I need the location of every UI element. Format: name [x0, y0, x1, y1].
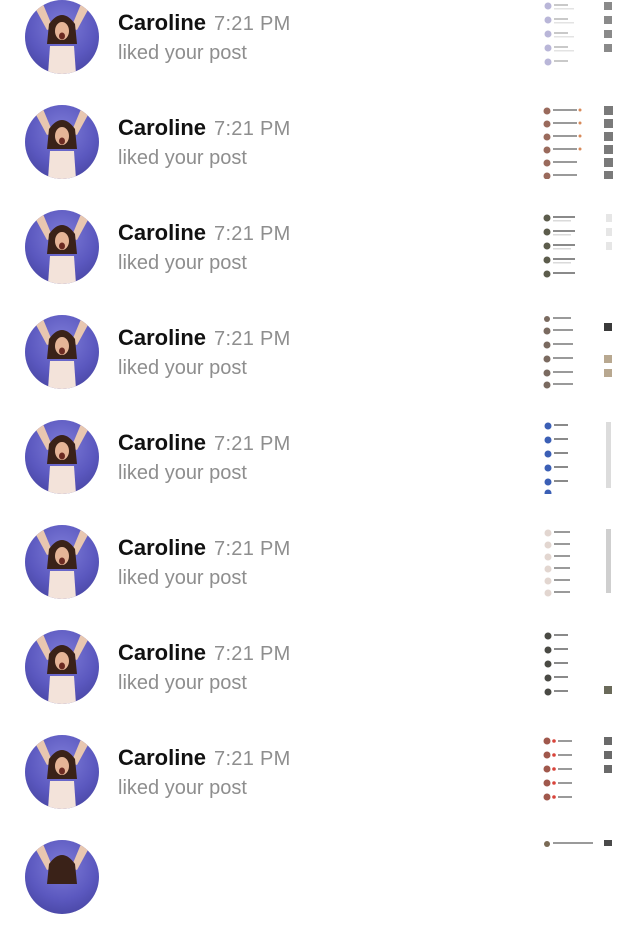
username[interactable]: Caroline [118, 10, 206, 35]
username[interactable]: Caroline [118, 640, 206, 665]
timestamp: 7:21 PM [214, 433, 291, 455]
notification-row[interactable]: Caroline 7:21 PM liked your post [0, 414, 640, 519]
username[interactable]: Caroline [118, 325, 206, 350]
notification-row[interactable] [0, 834, 640, 939]
avatar[interactable] [25, 315, 99, 389]
avatar[interactable] [25, 210, 99, 284]
notification-text: liked your post [118, 672, 247, 694]
avatar[interactable] [25, 525, 99, 599]
username[interactable]: Caroline [118, 535, 206, 560]
post-thumbnail[interactable] [540, 0, 614, 74]
avatar[interactable] [25, 630, 99, 704]
username[interactable]: Caroline [118, 430, 206, 455]
name-line: Caroline 7:21 PM [118, 10, 291, 36]
name-line: Caroline 7:21 PM [118, 220, 291, 246]
notification-text: liked your post [118, 462, 247, 484]
notification-row[interactable]: Caroline 7:21 PM liked your post [0, 624, 640, 729]
username[interactable]: Caroline [118, 220, 206, 245]
notification-row[interactable]: Caroline 7:21 PM liked your post [0, 204, 640, 309]
post-thumbnail[interactable] [540, 420, 614, 494]
avatar[interactable] [25, 840, 99, 914]
notification-text: liked your post [118, 567, 247, 589]
username[interactable]: Caroline [118, 745, 206, 770]
avatar[interactable] [25, 735, 99, 809]
notification-row[interactable]: Caroline 7:21 PM liked your post [0, 0, 640, 99]
notification-text: liked your post [118, 777, 247, 799]
post-thumbnail[interactable] [540, 735, 614, 809]
post-thumbnail[interactable] [540, 525, 614, 599]
name-line: Caroline 7:21 PM [118, 745, 291, 771]
notification-row[interactable]: Caroline 7:21 PM liked your post [0, 309, 640, 414]
username[interactable]: Caroline [118, 115, 206, 140]
post-thumbnail[interactable] [540, 315, 614, 389]
notification-text: liked your post [118, 252, 247, 274]
timestamp: 7:21 PM [214, 328, 291, 350]
post-thumbnail[interactable] [540, 840, 614, 914]
name-line [118, 850, 126, 876]
notification-row[interactable]: Caroline 7:21 PM liked your post [0, 729, 640, 834]
notification-feed: Caroline 7:21 PM liked your post Carolin… [0, 0, 640, 939]
post-thumbnail[interactable] [540, 105, 614, 179]
post-thumbnail[interactable] [540, 210, 614, 284]
name-line: Caroline 7:21 PM [118, 325, 291, 351]
timestamp: 7:21 PM [214, 13, 291, 35]
notification-row[interactable]: Caroline 7:21 PM liked your post [0, 519, 640, 624]
name-line: Caroline 7:21 PM [118, 115, 291, 141]
avatar[interactable] [25, 0, 99, 74]
notification-text: liked your post [118, 147, 247, 169]
notification-text: liked your post [118, 357, 247, 379]
name-line: Caroline 7:21 PM [118, 535, 291, 561]
timestamp: 7:21 PM [214, 118, 291, 140]
notification-text: liked your post [118, 42, 247, 64]
timestamp: 7:21 PM [214, 748, 291, 770]
timestamp: 7:21 PM [214, 538, 291, 560]
avatar[interactable] [25, 420, 99, 494]
notification-row[interactable]: Caroline 7:21 PM liked your post [0, 99, 640, 204]
name-line: Caroline 7:21 PM [118, 430, 291, 456]
timestamp: 7:21 PM [214, 643, 291, 665]
avatar[interactable] [25, 105, 99, 179]
name-line: Caroline 7:21 PM [118, 640, 291, 666]
timestamp: 7:21 PM [214, 223, 291, 245]
post-thumbnail[interactable] [540, 630, 614, 704]
